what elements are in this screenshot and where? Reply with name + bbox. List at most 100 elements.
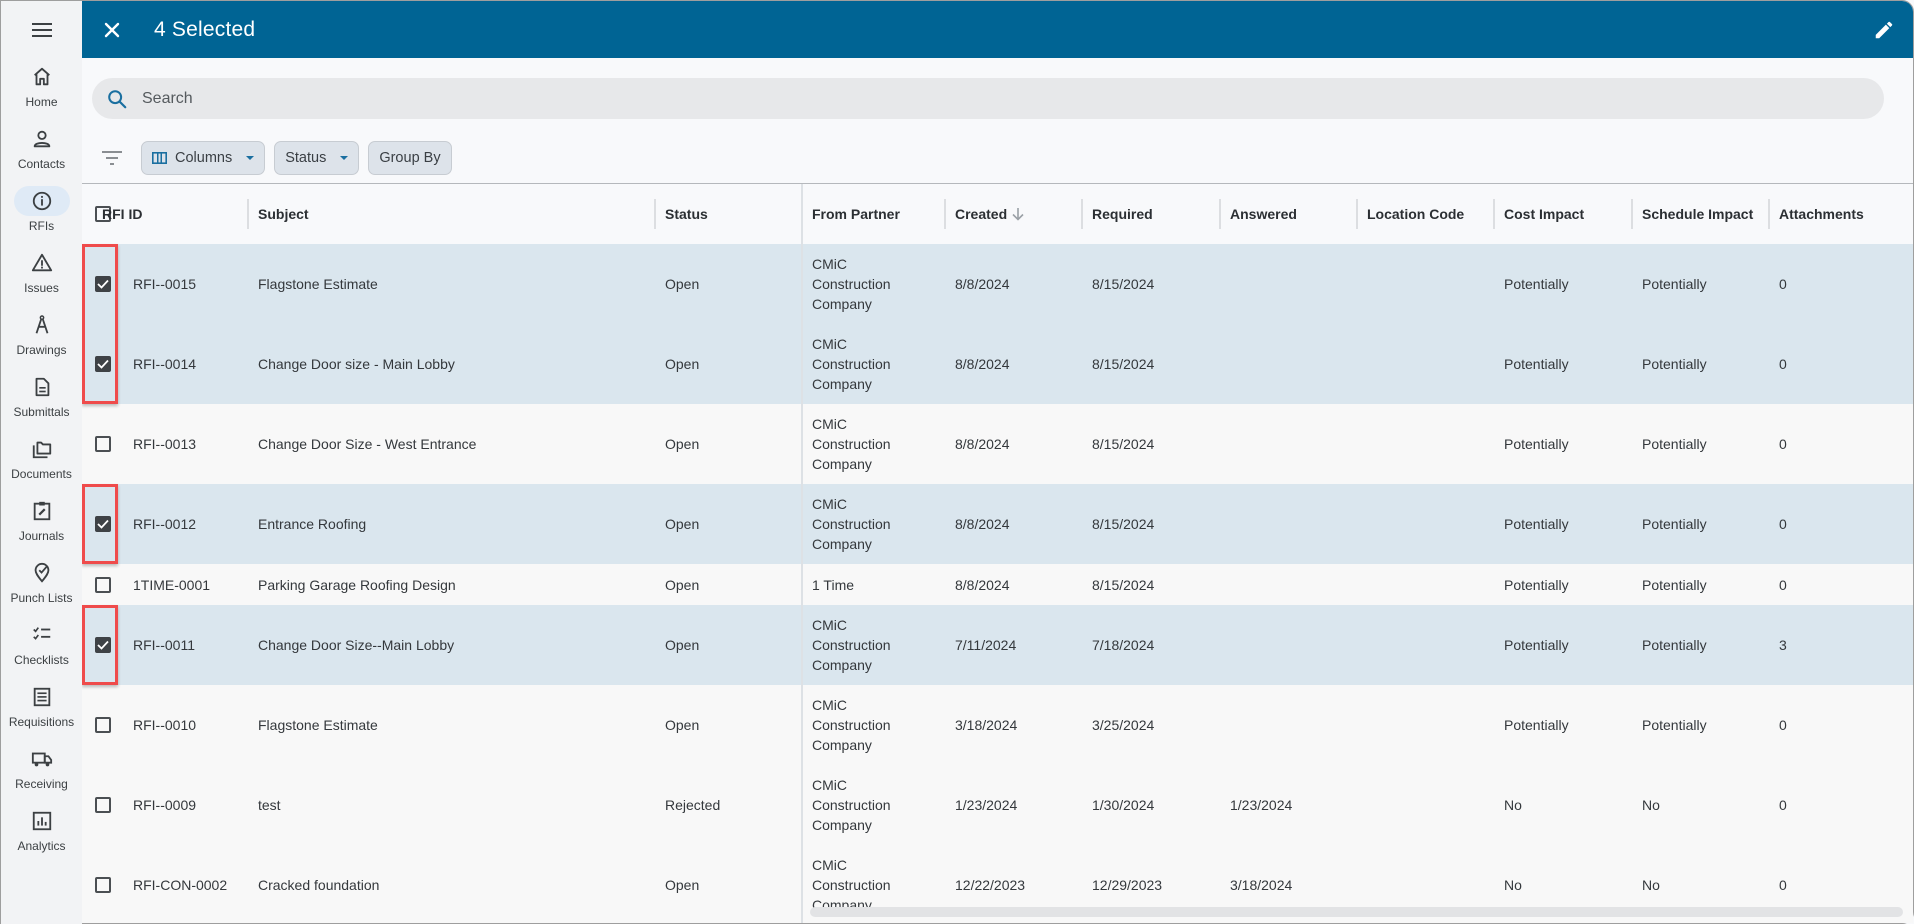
column-header-answered[interactable]: Answered: [1219, 184, 1297, 244]
cell-cost-impact: Potentially: [1504, 717, 1569, 733]
menu-button[interactable]: [1, 1, 82, 58]
column-header-label: Status: [665, 206, 708, 222]
warning-icon: [14, 248, 70, 278]
cell-created: 1/23/2024: [955, 797, 1018, 813]
column-header-subject[interactable]: Subject: [247, 184, 309, 244]
column-header-label: Subject: [258, 206, 309, 222]
person-icon: [14, 124, 70, 154]
folders-icon: [14, 434, 70, 464]
cell-answered: [1219, 605, 1230, 685]
table-row[interactable]: RFI--0012 Entrance Roofing Open CMiC Constr…: [82, 484, 1913, 564]
sidebar-item-journals[interactable]: Journals: [1, 492, 82, 554]
column-header-created[interactable]: Created: [944, 184, 1026, 244]
cell-cost-impact: Potentially: [1504, 356, 1569, 372]
info-icon: [13, 186, 70, 216]
filter-button[interactable]: [92, 141, 132, 175]
truck-icon: [14, 744, 70, 774]
column-separator: [1493, 199, 1495, 229]
cell-answered: [1219, 484, 1230, 564]
caret-down-icon: [246, 156, 255, 160]
row-checkbox[interactable]: [95, 276, 111, 292]
sidebar-item-documents[interactable]: Documents: [1, 430, 82, 492]
column-header-location-code[interactable]: Location Code: [1356, 184, 1464, 244]
cell-id: RFI--0014: [133, 356, 197, 372]
cell-from-partner: CMiC Construction Company: [812, 256, 891, 312]
cell-id: RFI--0010: [133, 717, 197, 733]
table-row[interactable]: RFI--0010 Flagstone Estimate Open CMiC Cons…: [82, 685, 1913, 765]
column-header-id[interactable]: RFI ID: [102, 184, 142, 244]
column-header-schedule-impact[interactable]: Schedule Impact: [1631, 184, 1753, 244]
table-row[interactable]: RFI--0014 Change Door size - Main Lobby Op…: [82, 324, 1913, 404]
row-checkbox[interactable]: [95, 356, 111, 372]
cell-required: 8/15/2024: [1092, 576, 1155, 593]
column-header-label: Schedule Impact: [1642, 206, 1754, 222]
table-header: RFI ID Subject Status From Partner Created Re…: [82, 184, 1913, 244]
sidebar-item-submittals[interactable]: Submittals: [1, 368, 82, 430]
column-header-attachments[interactable]: Attachments: [1768, 184, 1864, 244]
sidebar-item-analytics[interactable]: Analytics: [1, 802, 82, 864]
cell-created: 3/18/2024: [955, 717, 1018, 733]
receipt-icon: [14, 682, 70, 712]
cell-cost-impact: Potentially: [1504, 637, 1569, 653]
row-checkbox[interactable]: [95, 637, 111, 653]
sidebar-item-checklists[interactable]: Checklists: [1, 616, 82, 678]
table-row[interactable]: RFI--0011 Change Door Size--Main Lobby Ope…: [82, 605, 1913, 685]
cell-status: Open: [665, 717, 700, 733]
row-checkbox[interactable]: [95, 436, 111, 452]
cell-location-code: [1356, 765, 1367, 845]
table-row[interactable]: RFI--0013 Change Door Size - West Entranc…: [82, 404, 1913, 484]
cell-id: RFI--0009: [133, 797, 197, 813]
document-icon: [14, 372, 70, 402]
cell-attachments: 0: [1779, 797, 1787, 813]
column-header-status[interactable]: Status: [654, 184, 708, 244]
search-input[interactable]: [142, 89, 1842, 108]
sidebar-nav: Home Contacts RFIs Issues Drawings Submittals…: [1, 58, 82, 864]
sidebar-item-contacts[interactable]: Contacts: [1, 120, 82, 182]
sidebar-item-rfis[interactable]: RFIs: [1, 182, 82, 244]
status-filter-button[interactable]: Status: [274, 141, 360, 175]
sidebar-item-home[interactable]: Home: [1, 58, 82, 120]
search-bar: [92, 78, 1884, 119]
cell-attachments: 0: [1779, 276, 1787, 292]
table-row[interactable]: RFI--0009 test Rejected CMiC Construction C…: [82, 765, 1913, 845]
column-separator: [1356, 199, 1358, 229]
group-by-button[interactable]: Group By: [368, 141, 452, 175]
row-checkbox[interactable]: [95, 797, 111, 813]
column-header-required[interactable]: Required: [1081, 184, 1153, 244]
sidebar-item-label: Issues: [24, 281, 59, 295]
sidebar-item-label: Analytics: [17, 839, 66, 853]
cell-required: 3/25/2024: [1092, 717, 1155, 733]
sidebar-item-issues[interactable]: Issues: [1, 244, 82, 306]
row-checkbox[interactable]: [95, 576, 111, 593]
cell-schedule-impact: Potentially: [1642, 356, 1707, 372]
horizontal-scrollbar[interactable]: [810, 907, 1903, 917]
cell-created: 7/11/2024: [955, 637, 1017, 653]
column-separator: [654, 199, 656, 229]
column-header-from-partner[interactable]: From Partner: [801, 184, 900, 244]
cell-attachments: 0: [1779, 717, 1787, 733]
cell-subject: Flagstone Estimate: [258, 276, 378, 292]
table-row[interactable]: 1TIME-0001 Parking Garage Roofing Design O…: [82, 564, 1913, 605]
cell-answered: 1/23/2024: [1230, 797, 1293, 813]
row-checkbox[interactable]: [95, 717, 111, 733]
row-checkbox[interactable]: [95, 516, 111, 532]
sidebar-item-receiving[interactable]: Receiving: [1, 740, 82, 802]
cell-location-code: [1356, 564, 1367, 605]
cell-schedule-impact: Potentially: [1642, 717, 1707, 733]
edit-button[interactable]: [1869, 15, 1899, 45]
column-header-label: Cost Impact: [1504, 206, 1585, 222]
close-selection-button[interactable]: [84, 1, 140, 58]
row-checkbox[interactable]: [95, 877, 111, 893]
cell-status: Open: [665, 436, 700, 452]
cell-subject: Flagstone Estimate: [258, 717, 378, 733]
sidebar-item-label: Home: [25, 95, 58, 109]
group-by-label: Group By: [379, 150, 441, 166]
sidebar-item-requisitions[interactable]: Requisitions: [1, 678, 82, 740]
sidebar-item-drawings[interactable]: Drawings: [1, 306, 82, 368]
sidebar-item-punch-lists[interactable]: Punch Lists: [1, 554, 82, 616]
table-row[interactable]: RFI--0015 Flagstone Estimate Open CMiC Cons…: [82, 244, 1913, 324]
column-header-cost-impact[interactable]: Cost Impact: [1493, 184, 1584, 244]
sidebar: Home Contacts RFIs Issues Drawings Submittals…: [1, 1, 82, 924]
columns-button[interactable]: Columns: [141, 141, 266, 175]
cell-schedule-impact: Potentially: [1642, 637, 1707, 653]
